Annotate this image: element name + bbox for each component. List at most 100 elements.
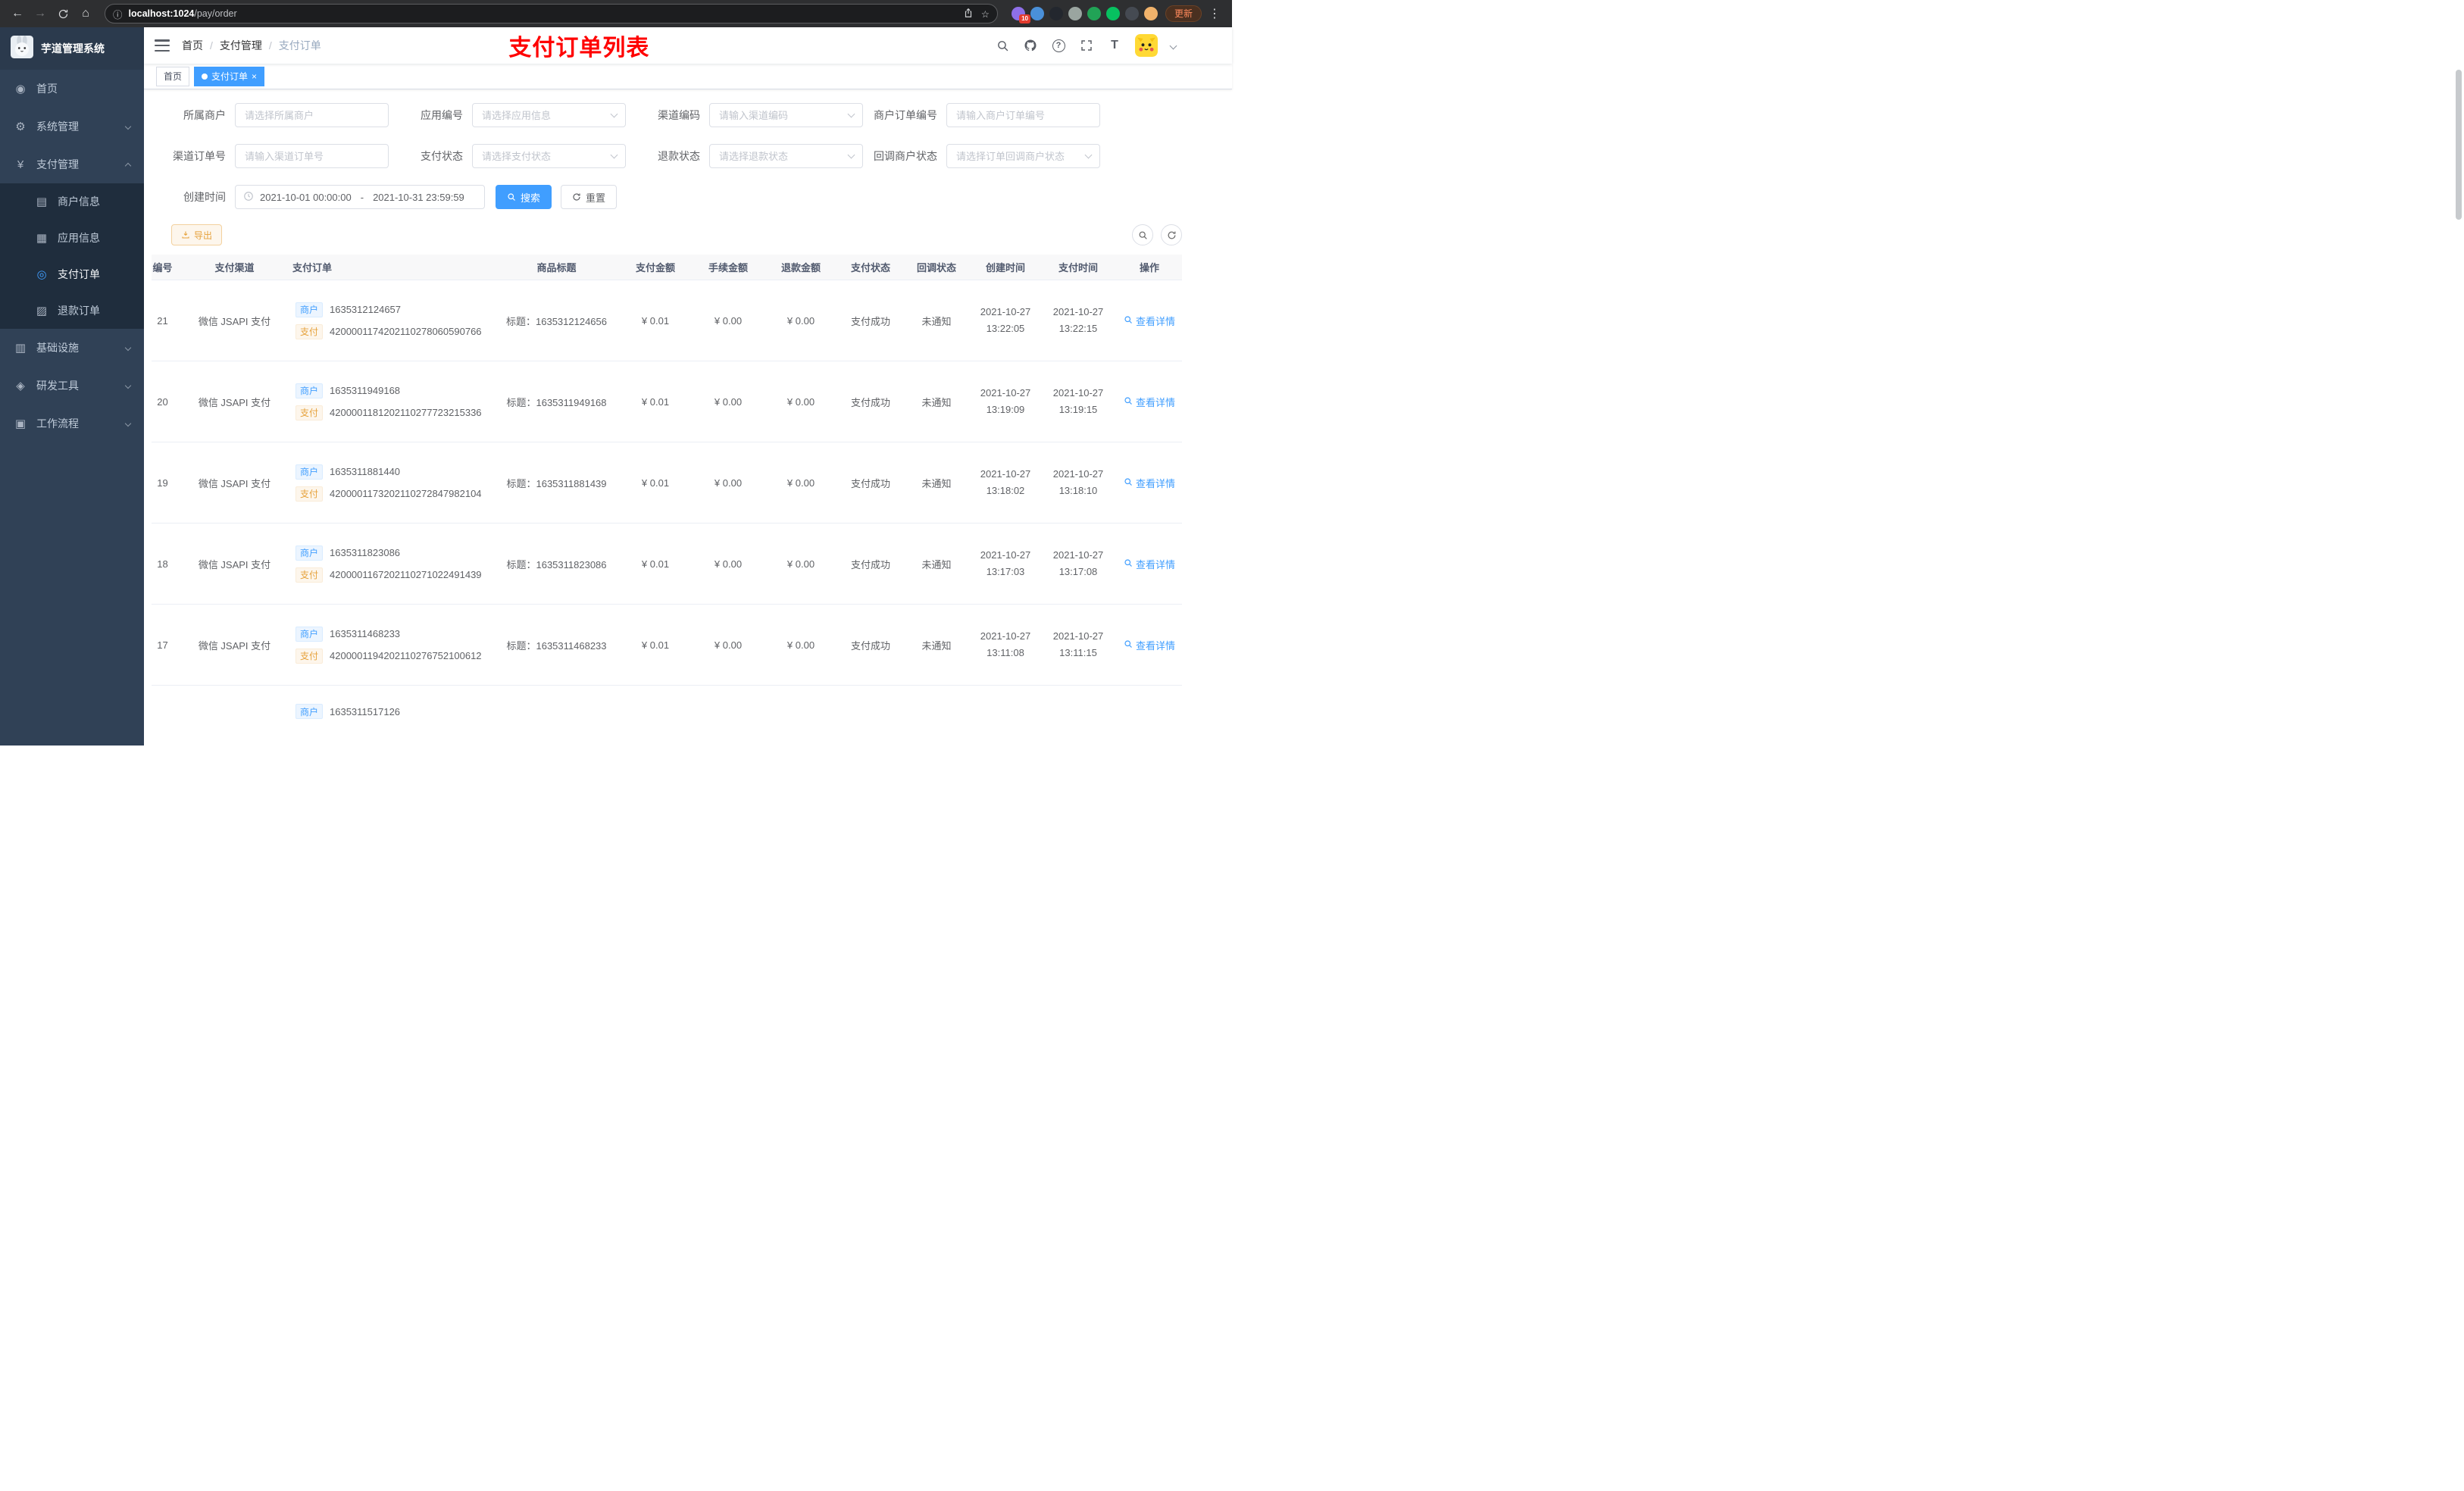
yen-icon: ¥ bbox=[17, 158, 24, 171]
view-detail-link[interactable]: 查看详情 bbox=[1124, 395, 1175, 409]
date-filter-row: 创建时间 2021-10-01 00:00:00 - 2021-10-31 23… bbox=[152, 185, 1182, 209]
extension-icon[interactable] bbox=[1068, 7, 1082, 20]
table-row: 19 微信 JSAPI 支付 商户 1635311881440 支付 4200001173… bbox=[152, 442, 1182, 524]
extension-icon[interactable] bbox=[1105, 7, 1120, 20]
tab-支付订单[interactable]: 支付订单 × bbox=[194, 66, 265, 86]
share-icon[interactable] bbox=[963, 8, 974, 20]
sidebar-subitem-label: 退款订单 bbox=[58, 305, 100, 317]
filter-label: 渠道订单号 bbox=[173, 150, 226, 162]
date-text: 2021-10-27 bbox=[980, 549, 1031, 561]
toggle-search-icon[interactable] bbox=[1132, 224, 1153, 245]
bookmark-star-icon[interactable]: ☆ bbox=[981, 8, 990, 20]
breadcrumb-separator: / bbox=[268, 39, 272, 52]
cell-status: 支付成功 bbox=[850, 639, 890, 652]
refresh-icon[interactable] bbox=[1161, 224, 1182, 245]
browser-update-button[interactable]: 更新 bbox=[1165, 5, 1202, 22]
browser-scrollbar-thumb[interactable] bbox=[2456, 70, 2462, 220]
table-row: 18 微信 JSAPI 支付 商户 1635311823086 支付 4200001167… bbox=[152, 524, 1182, 605]
cell-pay-time: 2021-10-27 13:19:15 bbox=[1042, 385, 1115, 418]
help-icon[interactable]: ? bbox=[1051, 38, 1066, 53]
cell-fee: ¥ 0.00 bbox=[714, 639, 743, 651]
filter-select-渠道编码[interactable] bbox=[709, 103, 863, 127]
view-detail-link[interactable]: 查看详情 bbox=[1124, 314, 1175, 328]
browser-menu-icon[interactable]: ⋮ bbox=[1205, 4, 1224, 23]
date-range-input[interactable]: 2021-10-01 00:00:00 - 2021-10-31 23:59:5… bbox=[235, 185, 485, 209]
cell-refund: ¥ 0.00 bbox=[786, 314, 815, 327]
filter-input-渠道订单号[interactable] bbox=[235, 144, 389, 168]
extension-icon[interactable] bbox=[1049, 7, 1063, 20]
cell-fee: ¥ 0.00 bbox=[714, 558, 743, 570]
search-icon bbox=[1124, 396, 1133, 408]
reset-button[interactable]: 重置 bbox=[561, 185, 618, 209]
cell-refund: ¥ 0.00 bbox=[786, 477, 815, 489]
view-detail-label: 查看详情 bbox=[1135, 396, 1175, 408]
extension-icon[interactable] bbox=[1143, 7, 1158, 20]
search-icon[interactable] bbox=[995, 38, 1010, 53]
sidebar-item-基础设施[interactable]: ▥ 基础设施 bbox=[0, 329, 144, 367]
extension-icon[interactable] bbox=[1124, 7, 1139, 20]
cell-pay-time: 2021-10-27 13:22:15 bbox=[1042, 304, 1115, 337]
sidebar-item-工作流程[interactable]: ▣ 工作流程 bbox=[0, 405, 144, 442]
date-text: 2021-10-27 bbox=[1052, 630, 1104, 642]
filter-select-回调商户状态[interactable] bbox=[946, 144, 1100, 168]
sidebar-subitem-退款订单[interactable]: ▨ 退款订单 bbox=[0, 292, 144, 329]
cell-fee: ¥ 0.00 bbox=[714, 395, 743, 408]
filter-input-所属商户[interactable] bbox=[235, 103, 389, 127]
filter-field-退款状态: 退款状态 bbox=[626, 144, 863, 168]
breadcrumb-item[interactable]: 首页 bbox=[182, 38, 203, 53]
view-detail-link[interactable]: 查看详情 bbox=[1124, 638, 1175, 652]
filter-label: 所属商户 bbox=[183, 109, 226, 121]
merchant-tag: 商户 bbox=[295, 464, 324, 480]
date-text: 2021-10-27 bbox=[980, 305, 1031, 317]
app-title: 芋道管理系统 bbox=[41, 42, 105, 55]
sidebar-subitem-支付订单[interactable]: ◎ 支付订单 bbox=[0, 256, 144, 292]
filter-input-商户订单编号[interactable] bbox=[946, 103, 1100, 127]
view-detail-label: 查看详情 bbox=[1135, 558, 1175, 570]
pay-order-no: 4200001173202110272847982104 bbox=[330, 488, 482, 499]
cell-amount: ¥ 0.01 bbox=[641, 639, 670, 651]
chevron-down-icon[interactable] bbox=[1169, 42, 1177, 49]
address-bar[interactable]: ⓘ localhost:1024/pay/order ☆ bbox=[105, 4, 998, 23]
filter-select-退款状态[interactable] bbox=[709, 144, 863, 168]
view-detail-link[interactable]: 查看详情 bbox=[1124, 557, 1175, 571]
merchant-tag: 商户 bbox=[295, 545, 324, 561]
extension-icon[interactable]: 10 bbox=[1011, 7, 1030, 23]
fullscreen-icon[interactable] bbox=[1079, 38, 1094, 53]
hamburger-icon[interactable] bbox=[155, 39, 170, 52]
sidebar-subitem-商户信息[interactable]: ▤ 商户信息 bbox=[0, 183, 144, 220]
chevron-down-icon bbox=[124, 420, 132, 427]
orders-table: 编号 支付渠道 支付订单 商品标题 支付金额 手续金额 退款金额 支付状态 回调状态 创建时间 支付… bbox=[152, 255, 1182, 746]
sidebar-item-系统管理[interactable]: ⚙ 系统管理 bbox=[0, 108, 144, 145]
breadcrumb-item[interactable]: 支付管理 bbox=[220, 38, 262, 53]
tab-首页[interactable]: 首页 bbox=[156, 66, 190, 86]
extension-icon[interactable] bbox=[1087, 7, 1101, 20]
back-icon[interactable]: ← bbox=[8, 4, 27, 23]
view-detail-link[interactable]: 查看详情 bbox=[1124, 476, 1175, 490]
filter-select-应用编号[interactable] bbox=[472, 103, 626, 127]
chevron-up-icon bbox=[124, 162, 132, 170]
tab-close-icon[interactable]: × bbox=[252, 72, 257, 81]
pay-order-no: 4200001167202110271022491439 bbox=[330, 569, 482, 580]
view-detail-label: 查看详情 bbox=[1135, 639, 1175, 652]
font-size-icon[interactable]: T bbox=[1107, 38, 1122, 53]
sidebar-item-首页[interactable]: ◉ 首页 bbox=[0, 70, 144, 108]
sidebar-item-支付管理[interactable]: ¥ 支付管理 bbox=[0, 145, 144, 183]
filter-select-支付状态[interactable] bbox=[472, 144, 626, 168]
cell-title: 标题：1635311823086 bbox=[506, 558, 607, 570]
sidebar-item-研发工具[interactable]: ◈ 研发工具 bbox=[0, 367, 144, 405]
filter-field-商户订单编号: 商户订单编号 bbox=[863, 103, 1100, 127]
sidebar-item-label: 系统管理 bbox=[36, 120, 79, 133]
sidebar-subitem-应用信息[interactable]: ▦ 应用信息 bbox=[0, 220, 144, 256]
page-banner: 支付订单列表 bbox=[508, 36, 650, 61]
breadcrumb: 首页 / 支付管理 / 支付订单 bbox=[182, 38, 321, 53]
extension-icon[interactable] bbox=[1030, 7, 1044, 20]
forward-icon[interactable]: → bbox=[30, 4, 50, 23]
github-icon[interactable] bbox=[1023, 38, 1038, 53]
home-icon[interactable]: ⌂ bbox=[76, 4, 95, 23]
site-info-icon[interactable]: ⓘ bbox=[113, 7, 123, 21]
export-button[interactable]: 导出 bbox=[171, 224, 223, 245]
reload-icon[interactable] bbox=[53, 4, 73, 23]
cell-status: 支付成功 bbox=[850, 396, 890, 408]
user-avatar[interactable] bbox=[1135, 34, 1158, 57]
search-button[interactable]: 搜索 bbox=[496, 185, 552, 209]
